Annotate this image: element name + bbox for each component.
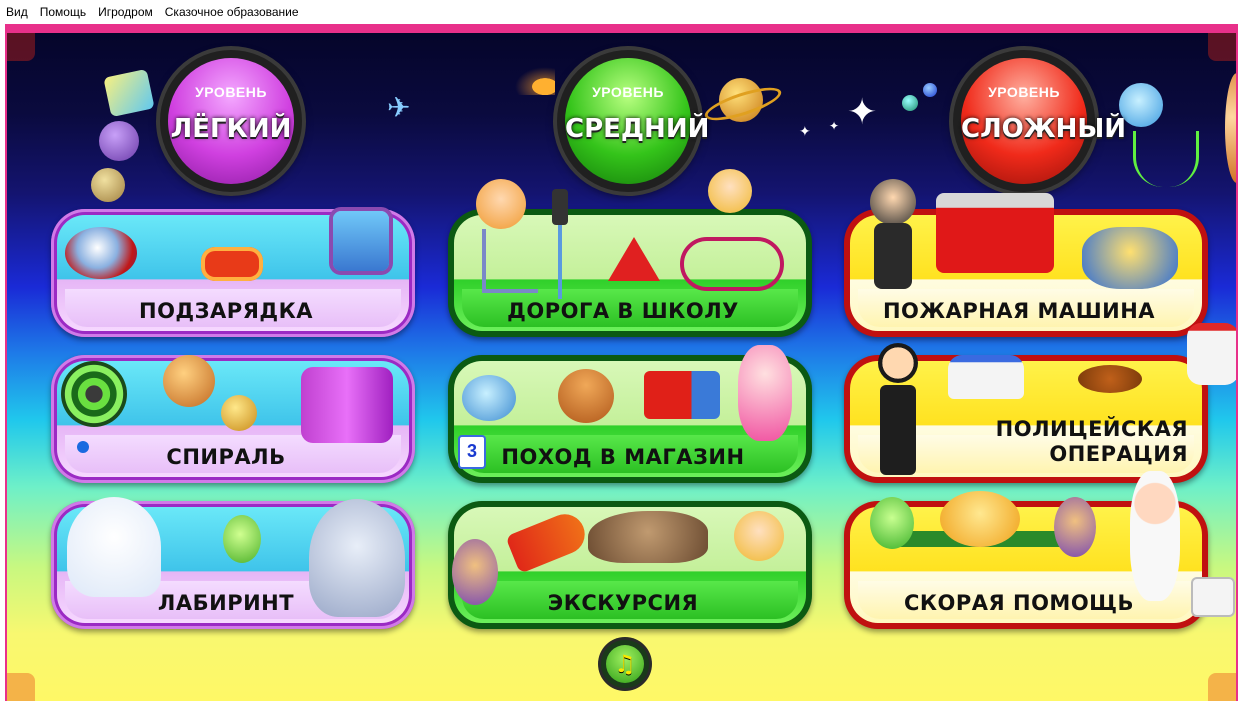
game-label: ДОРОГА В ШКОЛУ bbox=[507, 299, 739, 323]
game-label: ПОЛИЦЕЙСКАЯ ОПЕРАЦИЯ bbox=[844, 417, 1188, 467]
satellite-icon bbox=[91, 168, 125, 202]
game-label: ПОДЗАРЯДКА bbox=[139, 299, 313, 323]
level-hard-button[interactable]: УРОВЕНЬ СЛОЖНЫЙ bbox=[953, 50, 1127, 192]
truck-icon bbox=[644, 371, 720, 419]
doll-icon bbox=[738, 345, 792, 441]
game-card-police-operation[interactable]: ПОЛИЦЕЙСКАЯ ОПЕРАЦИЯ bbox=[844, 343, 1208, 483]
doctor-icon bbox=[1130, 471, 1180, 601]
music-toggle-button[interactable]: ♫ bbox=[601, 640, 649, 688]
cupcake-icon bbox=[558, 369, 614, 423]
planet-icon bbox=[902, 95, 918, 111]
level-caption: УРОВЕНЬ bbox=[988, 84, 1060, 100]
bicycle-icon bbox=[680, 237, 784, 291]
traffic-light-icon bbox=[552, 189, 568, 225]
game-label: ЛАБИРИНТ bbox=[157, 591, 295, 615]
game-card-shopping-trip[interactable]: 3 ПОХОД В МАГАЗИН bbox=[448, 345, 812, 483]
game-label: ЭКСКУРСИЯ bbox=[547, 591, 699, 615]
game-label-line1: ПОЛИЦЕЙСКАЯ bbox=[995, 417, 1188, 441]
alien-icon bbox=[223, 515, 261, 563]
level-medium-label: СРЕДНИЙ bbox=[565, 114, 710, 144]
ambulance-car-icon bbox=[1187, 323, 1236, 385]
dinosaur-icon bbox=[588, 511, 708, 563]
car-character-icon bbox=[1082, 227, 1178, 289]
hedgehog-medic-icon bbox=[1054, 497, 1096, 557]
level-easy-button[interactable]: УРОВЕНЬ ЛЁГКИЙ bbox=[160, 50, 302, 192]
robot-icon bbox=[333, 211, 389, 271]
level-easy-face: УРОВЕНЬ ЛЁГКИЙ bbox=[168, 58, 294, 184]
level-medium-button[interactable]: УРОВЕНЬ СРЕДНИЙ bbox=[557, 50, 710, 192]
girl-bicycle-icon bbox=[708, 169, 752, 213]
octopus-icon bbox=[1133, 131, 1199, 187]
game-card-labyrinth[interactable]: ЛАБИРИНТ bbox=[51, 497, 415, 629]
menu-view[interactable]: Вид bbox=[0, 0, 34, 24]
corner-decoration bbox=[7, 33, 35, 61]
traffic-pole-icon bbox=[558, 225, 562, 299]
game-label-line2: ОПЕРАЦИЯ bbox=[1049, 442, 1188, 466]
first-aid-kit-icon bbox=[1191, 577, 1235, 617]
game-card-recharge[interactable]: ПОДЗАРЯДКА bbox=[51, 209, 415, 337]
menu-bar: Вид Помощь Игродром Сказочное образовани… bbox=[0, 0, 1243, 24]
game-label: СПИРАЛЬ bbox=[166, 445, 286, 469]
comet-icon bbox=[515, 67, 555, 95]
police-car-icon bbox=[948, 355, 1024, 399]
kolobok-icon bbox=[940, 491, 1020, 547]
game-card-spiral[interactable]: СПИРАЛЬ bbox=[51, 355, 415, 483]
frog-medic-icon bbox=[870, 497, 914, 549]
girl-icon bbox=[734, 511, 784, 561]
dog-icon bbox=[1078, 365, 1142, 393]
game-label: ПОХОД В МАГАЗИН bbox=[501, 445, 745, 469]
level-caption: УРОВЕНЬ bbox=[195, 84, 267, 100]
police-officer-icon bbox=[878, 343, 918, 383]
scooter-icon bbox=[482, 229, 538, 293]
star-icon: ✦ bbox=[829, 119, 840, 133]
robot-icon bbox=[103, 68, 155, 118]
level-easy-label: ЛЁГКИЙ bbox=[170, 114, 292, 144]
ghost-icon bbox=[67, 497, 161, 597]
game-card-road-to-school[interactable]: ДОРОГА В ШКОЛУ bbox=[448, 169, 812, 337]
spiral-icon bbox=[61, 361, 127, 427]
level-caption: УРОВЕНЬ bbox=[592, 84, 664, 100]
corner-decoration bbox=[7, 673, 35, 701]
firefighter-icon bbox=[870, 179, 916, 225]
boy-scooter-icon bbox=[476, 179, 526, 229]
level-hard-face: УРОВЕНЬ СЛОЖНЫЙ bbox=[961, 58, 1127, 184]
game-stage: ✦ ✦ ✦ ✈ УРОВЕНЬ ЛЁГКИЙ УРОВЕНЬ СРЕДНИЙ У… bbox=[7, 33, 1236, 701]
game-card-fire-truck[interactable]: ПОЖАРНАЯ МАШИНА bbox=[844, 179, 1208, 337]
star-icon: ✦ bbox=[847, 91, 878, 132]
menu-playground[interactable]: Игродром bbox=[92, 0, 159, 24]
music-note-icon: ♫ bbox=[606, 645, 644, 683]
menu-help[interactable]: Помощь bbox=[34, 0, 92, 24]
game-card-excursion[interactable]: ЭКСКУРСИЯ bbox=[448, 501, 812, 629]
game-card-ambulance[interactable]: СКОРАЯ ПОМОЩЬ bbox=[844, 471, 1208, 629]
star-icon: ✦ bbox=[799, 123, 811, 139]
helicopter-icon bbox=[462, 375, 516, 421]
level-medium-face: УРОВЕНЬ СРЕДНИЙ bbox=[565, 58, 710, 184]
planet-icon bbox=[923, 83, 937, 97]
menu-fairy-education[interactable]: Сказочное образование bbox=[159, 0, 305, 24]
game-label: ПОЖАРНАЯ МАШИНА bbox=[882, 299, 1156, 323]
planet-icon bbox=[163, 355, 215, 407]
corner-decoration bbox=[1208, 673, 1236, 701]
school-sign-icon bbox=[608, 237, 660, 281]
level-hard-label: СЛОЖНЫЙ bbox=[961, 114, 1127, 144]
fire-truck-icon bbox=[936, 193, 1054, 273]
ufo-icon bbox=[65, 227, 137, 279]
planet-icon bbox=[1225, 73, 1236, 183]
corner-decoration bbox=[1208, 33, 1236, 61]
spaceship-icon bbox=[301, 367, 393, 443]
firefighter-body-icon bbox=[874, 223, 912, 289]
planet-icon bbox=[221, 395, 257, 431]
game-label: СКОРАЯ ПОМОЩЬ bbox=[903, 591, 1135, 615]
battery-icon bbox=[201, 247, 263, 281]
star-icon: ✈ bbox=[387, 92, 411, 123]
satellite-icon bbox=[99, 121, 139, 161]
